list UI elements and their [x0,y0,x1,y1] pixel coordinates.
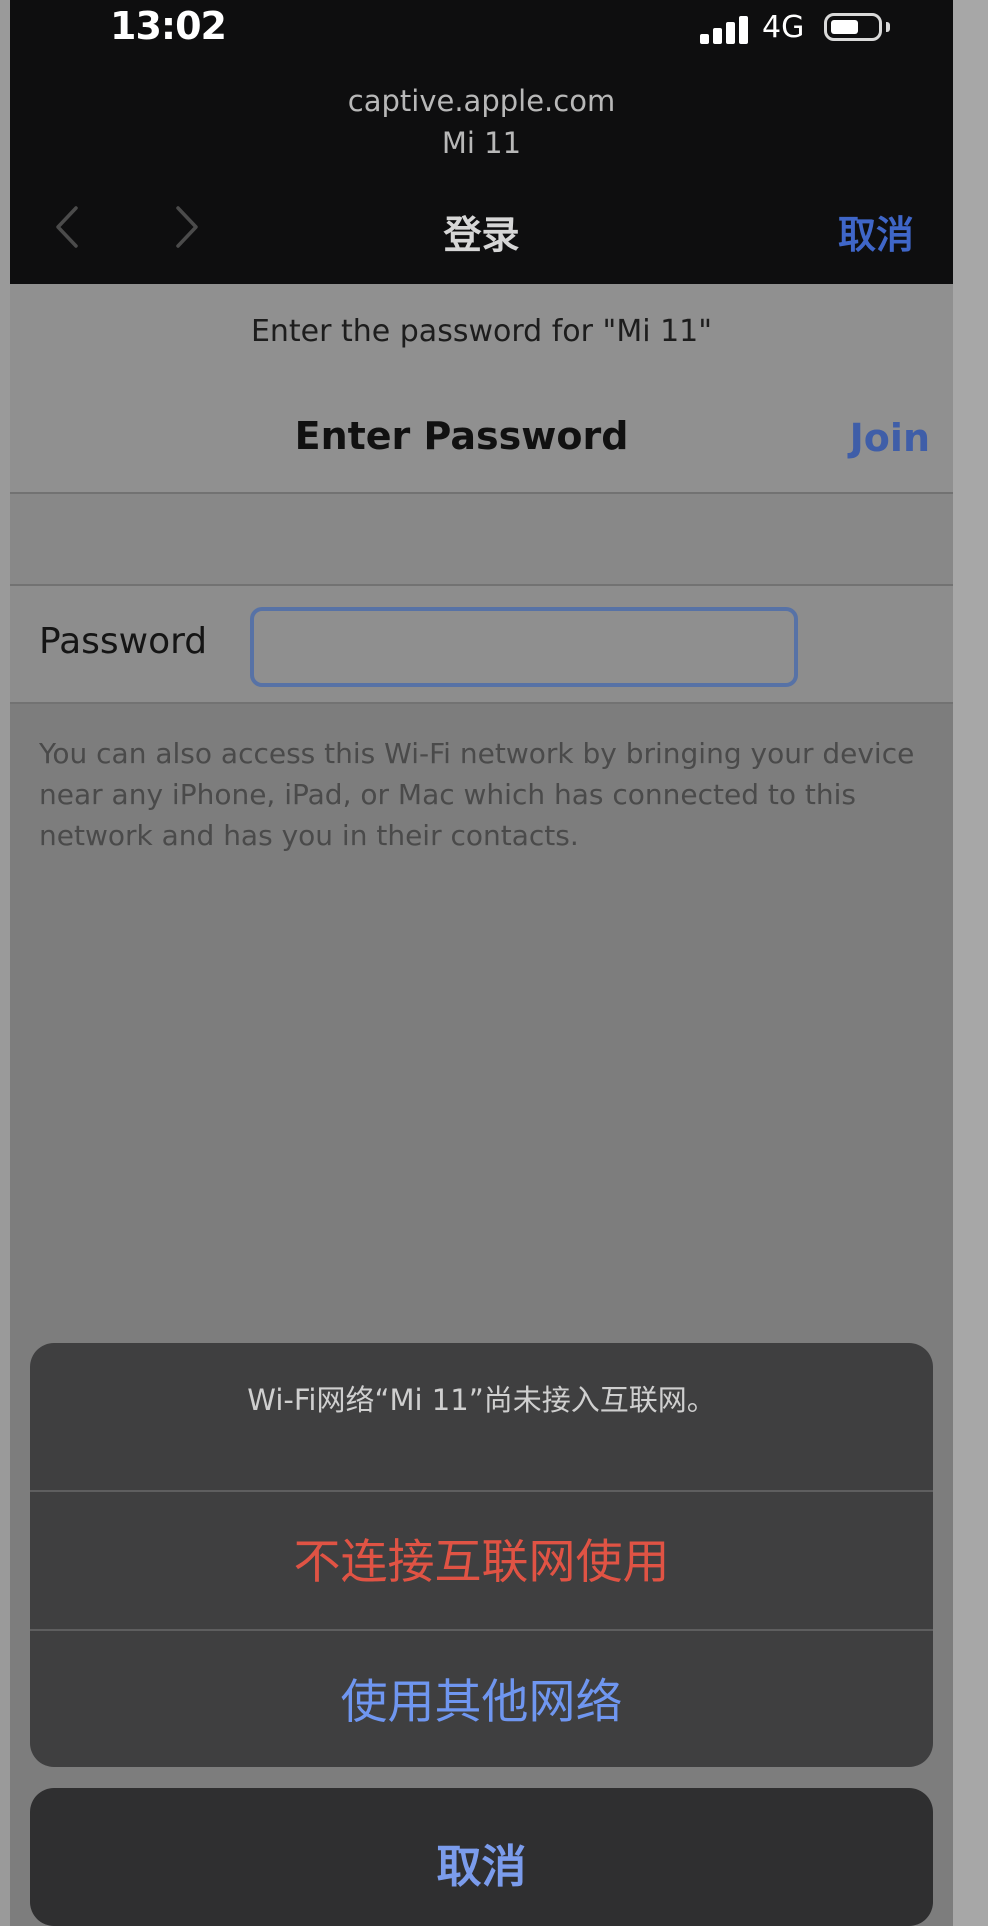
network-type: 4G [762,10,805,45]
ssid-text: Mi 11 [441,126,522,160]
browser-header: captive.apple.com Mi 11 登录 取消 [10,56,953,284]
action-sheet: Wi-Fi网络“Mi 11”尚未接入互联网。 不连接互联网使用 使用其他网络 [30,1343,933,1767]
action-sheet-divider [30,1629,933,1631]
password-row: Password [10,584,953,704]
action-sheet-divider [30,1490,933,1492]
screen: 13:02 4G captive.apple.com Mi 11 登录 取消 E… [10,0,953,1926]
info-text: You can also access this Wi-Fi network b… [39,737,915,852]
status-time: 13:02 [110,4,227,48]
battery-tip-icon [886,22,890,32]
screen-edge [953,0,988,1926]
domain-text: captive.apple.com [347,84,616,118]
use-other-network-button[interactable]: 使用其他网络 [30,1663,933,1732]
action-sheet-message: Wi-Fi网络“Mi 11”尚未接入互联网。 [247,1383,716,1417]
page-title: 登录 [443,213,520,257]
status-bar: 13:02 4G [10,0,953,56]
section-spacer [10,494,953,584]
battery-icon [824,13,882,41]
header-cancel-button[interactable]: 取消 [838,204,914,259]
password-input[interactable] [250,607,798,687]
signal-icon [700,12,756,44]
password-label: Password [39,621,208,662]
prompt-title: Enter Password [294,414,629,458]
use-without-internet-button[interactable]: 不连接互联网使用 [30,1523,933,1592]
cancel-sheet-label[interactable]: 取消 [30,1830,933,1895]
join-button[interactable]: Join [850,416,930,460]
password-prompt-header: Enter the password for "Mi 11" Enter Pas… [10,284,953,494]
prompt-message: Enter the password for "Mi 11" [250,314,713,349]
cancel-sheet-button[interactable]: 取消 [30,1788,933,1926]
battery-level-icon [831,20,858,34]
